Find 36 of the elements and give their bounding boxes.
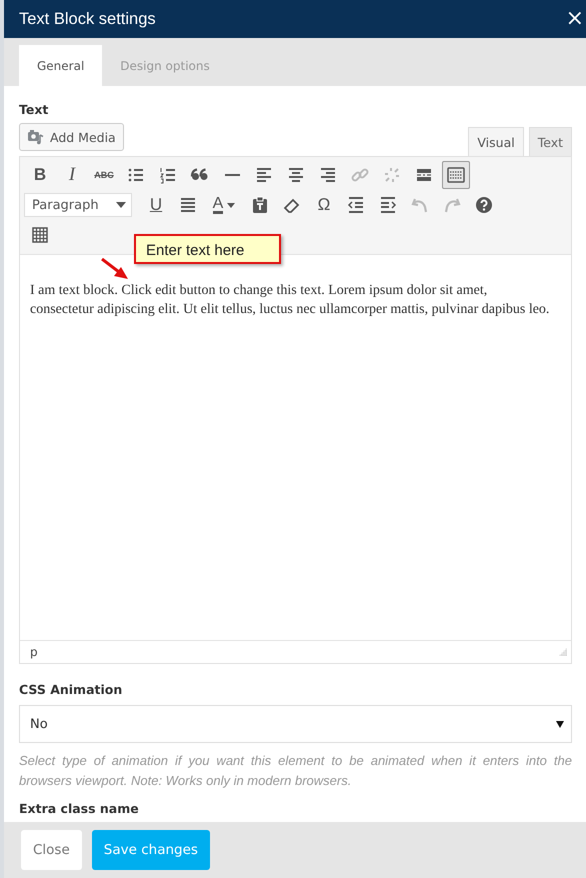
indent-icon xyxy=(378,195,398,216)
help-text: Select type of animation if you want this element to be animated when it enters into the browsers viewport. Note: Works only in modern browsers. xyxy=(19,752,572,790)
format-dropdown[interactable]: Paragraph xyxy=(24,193,132,218)
field-label: CSS Animation xyxy=(19,682,124,697)
element-path: p xyxy=(30,645,38,659)
format-button[interactable]: Ω xyxy=(308,191,340,220)
camera-music-icon xyxy=(27,129,45,146)
text-color-button[interactable]: A xyxy=(204,191,244,220)
help-icon xyxy=(474,195,494,216)
editor-tab[interactable]: Visual xyxy=(468,127,524,156)
format-button[interactable]: ABC xyxy=(88,161,120,190)
close-button[interactable]: × xyxy=(564,8,586,30)
numbered-list-icon xyxy=(158,165,178,186)
clipboard-icon xyxy=(250,195,270,216)
annotation-arrow xyxy=(101,258,129,280)
format-button[interactable]: I xyxy=(56,161,88,190)
horizontal-rule-icon xyxy=(224,174,240,176)
caret-icon xyxy=(227,202,236,208)
table-icon xyxy=(30,225,50,246)
caret-icon xyxy=(556,720,564,728)
toolbar-button[interactable] xyxy=(442,161,470,190)
close-button[interactable]: Close xyxy=(21,830,82,870)
format-button[interactable]: U xyxy=(140,191,172,220)
field-label: Text xyxy=(19,102,50,117)
tab[interactable]: General xyxy=(19,45,102,86)
body-text: I am text block. Click edit button to change this text. Lorem ipsum dolor sit amet, consectetur adipiscing elit. Ut elit tellus, luctus nec ullamcorper mattis, pulvinar dapibus leo. xyxy=(30,282,550,320)
editor-tab[interactable]: Text xyxy=(528,127,572,156)
add-media-button[interactable]: Add Media xyxy=(19,123,124,152)
caret-icon xyxy=(116,202,126,208)
toolbar-toggle-icon xyxy=(446,165,466,186)
outdent-icon xyxy=(346,195,366,216)
field-label: Extra class name xyxy=(19,801,140,816)
format-button[interactable]: B xyxy=(24,161,56,190)
annotation-callout: Enter text here xyxy=(134,234,281,264)
dialog-title: Text Block settings xyxy=(19,10,156,28)
animation-select[interactable]: No xyxy=(19,705,572,743)
